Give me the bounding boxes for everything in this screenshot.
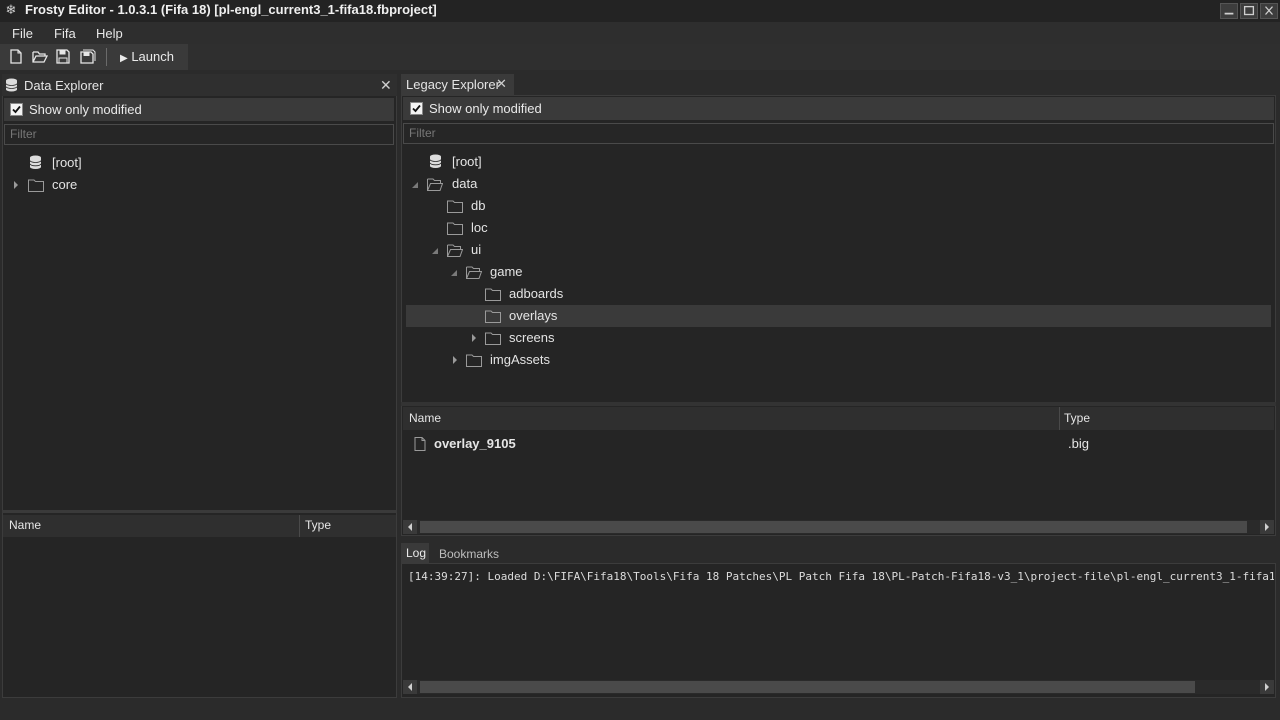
file-name: overlay_9105 bbox=[434, 436, 516, 451]
collapse-arrow-icon[interactable] bbox=[431, 247, 439, 255]
tab-log-label: Log bbox=[406, 546, 427, 560]
play-icon: ▶ bbox=[120, 53, 128, 64]
scroll-thumb[interactable] bbox=[420, 681, 1195, 693]
folder-icon bbox=[447, 222, 463, 235]
arrow-right-icon bbox=[1265, 523, 1269, 531]
tree-item-root[interactable]: [root] bbox=[52, 155, 82, 170]
open-folder-icon bbox=[447, 244, 463, 257]
scroll-left-button[interactable] bbox=[403, 680, 417, 694]
file-type: .big bbox=[1068, 436, 1089, 451]
menu-file[interactable]: File bbox=[12, 26, 33, 41]
show-only-modified-checkbox[interactable] bbox=[10, 103, 23, 116]
legacy-explorer-close-icon[interactable]: ✕ bbox=[496, 76, 507, 92]
tree-item-game[interactable]: game bbox=[490, 264, 523, 279]
data-explorer-filter-input[interactable]: Filter bbox=[4, 124, 394, 145]
tree-item-overlays[interactable]: overlays bbox=[509, 308, 557, 323]
folder-icon bbox=[466, 354, 482, 367]
folder-icon bbox=[447, 200, 463, 213]
arrow-left-icon bbox=[408, 523, 412, 531]
show-only-modified-label: Show only modified bbox=[29, 102, 142, 117]
minimize-icon bbox=[1224, 12, 1234, 15]
tree-item-adboards[interactable]: adboards bbox=[509, 286, 563, 301]
log-output: [14:39:27]: Loaded D:\FIFA\Fifa18\Tools\… bbox=[403, 565, 1274, 677]
splitter[interactable] bbox=[401, 402, 1276, 406]
launch-label: Launch bbox=[131, 49, 174, 64]
close-icon bbox=[1265, 6, 1273, 15]
checkmark-icon bbox=[12, 105, 21, 114]
database-icon bbox=[5, 78, 18, 92]
legacy-explorer-columns bbox=[403, 407, 1274, 430]
menu-bar bbox=[0, 22, 1280, 44]
close-button[interactable] bbox=[1260, 3, 1278, 19]
checkmark-icon bbox=[412, 104, 421, 113]
tree-item-imgassets[interactable]: imgAssets bbox=[490, 352, 550, 367]
show-only-modified-label: Show only modified bbox=[429, 101, 542, 116]
new-file-icon[interactable] bbox=[9, 49, 23, 64]
database-icon bbox=[429, 154, 442, 168]
minimize-button[interactable] bbox=[1220, 3, 1238, 19]
collapse-arrow-icon[interactable] bbox=[411, 181, 419, 189]
title-bar: ❄ Frosty Editor - 1.0.3.1 (Fifa 18) [pl-… bbox=[0, 0, 1280, 22]
expand-arrow-icon[interactable] bbox=[451, 356, 459, 364]
column-separator[interactable] bbox=[299, 515, 300, 537]
name-column-header[interactable]: Name bbox=[9, 518, 41, 532]
window-title: Frosty Editor - 1.0.3.1 (Fifa 18) [pl-en… bbox=[25, 2, 437, 17]
toolbar bbox=[0, 44, 1280, 70]
tab-bookmarks[interactable]: Bookmarks bbox=[439, 547, 499, 561]
arrow-left-icon bbox=[408, 683, 412, 691]
maximize-button[interactable] bbox=[1240, 3, 1258, 19]
scroll-left-button[interactable] bbox=[403, 520, 417, 534]
maximize-icon bbox=[1243, 5, 1255, 16]
collapse-arrow-icon[interactable] bbox=[450, 269, 458, 277]
file-icon bbox=[414, 437, 426, 451]
column-separator[interactable] bbox=[1059, 407, 1060, 430]
toolbar-separator bbox=[106, 48, 107, 66]
folder-icon bbox=[485, 332, 501, 345]
tree-item-data[interactable]: data bbox=[452, 176, 477, 191]
folder-icon bbox=[28, 179, 44, 192]
open-folder-icon bbox=[466, 266, 482, 279]
folder-icon bbox=[485, 310, 501, 323]
scroll-right-button[interactable] bbox=[1260, 680, 1274, 694]
folder-icon bbox=[485, 288, 501, 301]
tree-item-db[interactable]: db bbox=[471, 198, 485, 213]
open-folder-icon bbox=[427, 178, 443, 191]
type-column-header[interactable]: Type bbox=[305, 518, 331, 532]
tree-item-screens[interactable]: screens bbox=[509, 330, 555, 345]
legacy-explorer-filter-input[interactable]: Filter bbox=[403, 123, 1274, 144]
splitter[interactable] bbox=[2, 510, 397, 513]
save-all-icon[interactable] bbox=[80, 49, 96, 64]
tree-item-loc[interactable]: loc bbox=[471, 220, 488, 235]
save-icon[interactable] bbox=[56, 49, 70, 64]
frosty-snowflake-icon: ❄ bbox=[5, 2, 17, 17]
file-row[interactable] bbox=[403, 434, 1274, 455]
show-only-modified-checkbox[interactable] bbox=[410, 102, 423, 115]
name-column-header[interactable]: Name bbox=[409, 411, 441, 425]
launch-button[interactable]: ▶ Launch bbox=[114, 47, 180, 67]
scroll-right-button[interactable] bbox=[1260, 520, 1274, 534]
expand-arrow-icon[interactable] bbox=[12, 181, 20, 189]
data-explorer-columns bbox=[3, 515, 396, 537]
log-line: [14:39:27]: Loaded D:\FIFA\Fifa18\Tools\… bbox=[408, 570, 1274, 583]
tree-item-root[interactable]: [root] bbox=[452, 154, 482, 169]
legacy-explorer-title: Legacy Explorer bbox=[406, 77, 500, 92]
expand-arrow-icon[interactable] bbox=[470, 334, 478, 342]
database-icon bbox=[29, 155, 42, 169]
open-folder-icon[interactable] bbox=[32, 49, 48, 64]
tree-item-core[interactable]: core bbox=[52, 177, 77, 192]
arrow-right-icon bbox=[1265, 683, 1269, 691]
data-explorer-title: Data Explorer bbox=[24, 78, 104, 93]
scroll-thumb[interactable] bbox=[420, 521, 1247, 533]
type-column-header[interactable]: Type bbox=[1064, 411, 1090, 425]
tree-item-ui[interactable]: ui bbox=[471, 242, 481, 257]
menu-help[interactable]: Help bbox=[96, 26, 123, 41]
data-explorer-close-icon[interactable]: ✕ bbox=[380, 77, 392, 94]
menu-fifa[interactable]: Fifa bbox=[54, 26, 76, 41]
